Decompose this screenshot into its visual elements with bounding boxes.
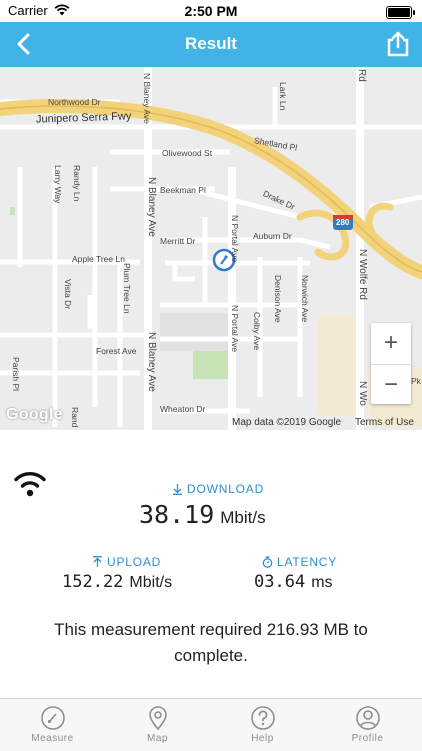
upload-unit: Mbit/s	[129, 574, 173, 591]
map-label: Northwood Dr	[48, 97, 101, 107]
map-label: Apple Tree Ln	[72, 254, 125, 264]
map-label: Vista Dr	[63, 279, 73, 310]
tab-label: Profile	[351, 733, 384, 744]
latency-label: LATENCY	[262, 555, 337, 569]
map-pin-icon	[149, 706, 167, 731]
wifi-icon	[14, 472, 46, 497]
terms-of-use-link[interactable]: Terms of Use	[355, 417, 414, 428]
map-label: Rand	[70, 407, 80, 428]
map-label: Norwich Ave	[300, 275, 310, 323]
map-label: N Blaney Ave	[142, 73, 152, 124]
map-label: N Portal Ave	[230, 305, 240, 353]
zoom-out-button[interactable]: −	[371, 364, 411, 405]
speedometer-icon	[41, 706, 65, 730]
map-label: Randy Ln	[72, 165, 82, 202]
map-view[interactable]: Northwood Dr Junipero Serra Fwy Lark Ln …	[0, 67, 422, 430]
upload-icon	[93, 556, 102, 567]
download-label: DOWNLOAD	[172, 482, 264, 496]
map-label: Wheaton Dr	[160, 404, 206, 414]
nav-bar: Result	[0, 22, 422, 67]
share-icon[interactable]	[382, 28, 414, 60]
map-label: Lark Ln	[278, 82, 288, 111]
download-icon	[173, 484, 182, 495]
map-label: Rd	[356, 69, 367, 82]
page-title: Result	[185, 34, 237, 53]
map-label: Auburn Dr	[253, 231, 292, 241]
upload-value: 152.22 Mbit/s	[62, 572, 172, 592]
map-label: Pk	[411, 376, 421, 386]
google-logo: Google	[6, 406, 63, 423]
latency-number: 03.64	[254, 572, 306, 592]
map-label: Beekman Pl	[160, 185, 206, 195]
map-attribution: Map data ©2019 Google	[232, 417, 342, 428]
map-label: Colby Ave	[252, 312, 262, 351]
status-bar: Carrier 2:50 PM	[0, 0, 422, 22]
map-label: Larry Way	[53, 165, 63, 204]
latency-unit: ms	[311, 574, 333, 591]
download-number: 38.19	[139, 500, 215, 529]
download-unit: Mbit/s	[220, 508, 266, 527]
map-label: Plum Tree Ln	[122, 263, 132, 314]
latency-label-text: LATENCY	[277, 555, 338, 569]
zoom-in-button[interactable]: +	[371, 323, 411, 363]
help-icon	[251, 706, 275, 730]
upload-label: UPLOAD	[92, 555, 161, 569]
tab-bar: Measure Map Help Profile	[0, 698, 422, 751]
stopwatch-icon	[262, 556, 273, 568]
map-label: N Blaney Ave	[146, 332, 157, 392]
map-label: Parish Pl	[11, 357, 21, 392]
map-label: Olivewood St	[162, 148, 213, 158]
tab-label: Help	[251, 733, 274, 744]
profile-icon	[356, 706, 380, 730]
map-label: N Portal Ave	[230, 215, 240, 263]
freeway-shield-label: 280	[336, 218, 350, 227]
tab-measure[interactable]: Measure	[0, 699, 105, 751]
tab-label: Measure	[31, 733, 74, 744]
battery-icon	[386, 6, 415, 19]
upload-number: 152.22	[62, 572, 124, 592]
map-label: N Blaney Ave	[146, 177, 157, 237]
map-label: N Wolfe Rd	[357, 249, 368, 300]
map-label: N Wo	[357, 381, 368, 406]
tab-profile[interactable]: Profile	[315, 699, 420, 751]
map-label: Merritt Dr	[160, 236, 196, 246]
tab-help[interactable]: Help	[210, 699, 315, 751]
clock: 2:50 PM	[184, 3, 238, 19]
results-panel: DOWNLOAD 38.19 Mbit/s UPLOAD 152.22 Mbit/s…	[0, 430, 422, 698]
tab-map[interactable]: Map	[105, 699, 210, 751]
download-value: 38.19 Mbit/s	[139, 500, 266, 529]
measurement-summary: This measurement required 216.93 MB to c…	[54, 620, 368, 665]
tab-label: Map	[147, 733, 168, 744]
upload-label-text: UPLOAD	[107, 555, 162, 569]
zoom-controls: + −	[371, 323, 411, 404]
latency-value: 03.64 ms	[254, 572, 333, 592]
download-label-text: DOWNLOAD	[187, 482, 265, 496]
map-label: Forest Ave	[96, 346, 137, 356]
map-label: Denison Ave	[273, 275, 283, 323]
